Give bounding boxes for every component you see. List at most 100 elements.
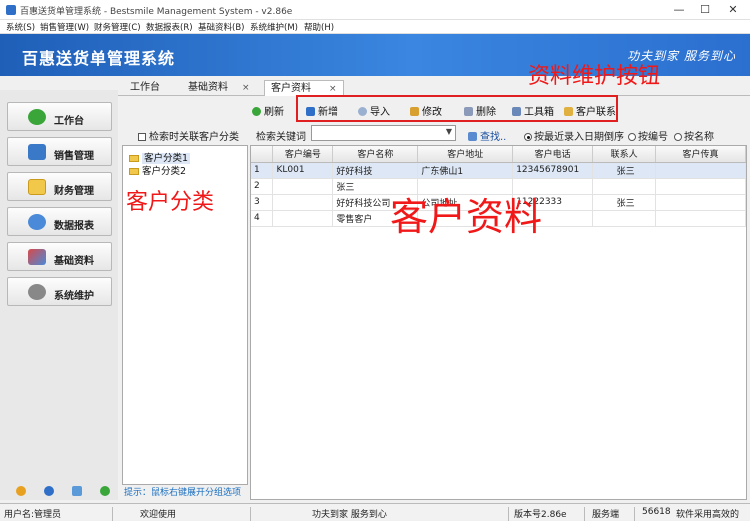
table-cell[interactable] <box>417 178 514 195</box>
find-button[interactable]: 查找.. <box>468 128 506 143</box>
dropdown-arrow-icon[interactable]: ▼ <box>446 127 452 136</box>
column-header[interactable]: 客户传真 <box>655 146 746 163</box>
menu-reports[interactable]: 数据报表(R) <box>146 21 193 33</box>
column-header[interactable]: 客户名称 <box>332 146 419 163</box>
table-cell[interactable] <box>272 194 334 211</box>
table-cell[interactable] <box>655 178 746 195</box>
sort-by-date-radio[interactable]: 按最近录入日期倒序 <box>524 128 624 143</box>
search-icon[interactable] <box>72 486 82 496</box>
row-number-header <box>251 146 274 163</box>
refresh-button[interactable]: 刷新 <box>252 103 284 118</box>
edit-icon[interactable] <box>16 486 26 496</box>
radio-dot <box>674 133 682 141</box>
folder-icon <box>129 168 139 175</box>
table-cell[interactable] <box>655 194 746 211</box>
relate-category-checkbox[interactable]: 检索时关联客户分类 <box>138 128 239 143</box>
row-number: 1 <box>251 162 274 179</box>
divider <box>584 507 585 521</box>
sort-by-name-radio[interactable]: 按名称 <box>674 128 714 143</box>
maximize-button[interactable]: ☐ <box>692 2 718 18</box>
minimize-button[interactable]: — <box>666 2 692 18</box>
close-button[interactable]: ✕ <box>720 2 746 18</box>
table-cell[interactable]: 12345678901 <box>512 162 594 179</box>
column-header[interactable]: 客户地址 <box>417 146 514 163</box>
table-header: 客户编号 客户名称 客户地址 客户电话 联系人 客户传真 <box>251 146 746 163</box>
radio-dot <box>628 133 636 141</box>
app-icon <box>6 5 16 15</box>
radio-label: 按最近录入日期倒序 <box>534 132 624 143</box>
table-row[interactable]: 2 张三 <box>251 178 746 195</box>
nav-label: 数据报表 <box>54 221 94 232</box>
info-icon[interactable] <box>44 486 54 496</box>
highlight-box <box>296 95 618 122</box>
tab-customer-data[interactable]: 客户资料 × <box>264 80 344 96</box>
table-cell[interactable] <box>272 210 334 227</box>
nav-sales[interactable]: 销售管理 <box>7 137 112 166</box>
tab-workbench[interactable]: 工作台 <box>130 80 160 96</box>
table-cell[interactable]: 广东佛山1 <box>417 162 514 179</box>
tree-item[interactable]: 客户分类1 <box>129 150 191 164</box>
divider <box>508 507 509 521</box>
table-row[interactable]: 1 KL001 好好科技 广东佛山1 12345678901 张三 <box>251 162 746 179</box>
divider <box>634 507 635 521</box>
tab-basic-data[interactable]: 基础资料 × <box>188 80 250 96</box>
left-nav: 工作台 销售管理 财务管理 数据报表 基础资料 系统维护 <box>0 90 118 500</box>
nav-basic-data[interactable]: 基础资料 <box>7 242 112 271</box>
hint-text: 提示：鼠标右键展开分组选项 <box>124 488 242 498</box>
status-welcome: 欢迎使用 <box>140 510 177 520</box>
refresh-icon[interactable] <box>100 486 110 496</box>
folder-icon <box>28 179 46 195</box>
table-cell[interactable] <box>272 178 334 195</box>
gear-icon <box>28 284 46 300</box>
table-cell[interactable] <box>592 178 657 195</box>
nav-reports[interactable]: 数据报表 <box>7 207 112 236</box>
banner-slogan: 功夫到家 服务到心 <box>627 49 736 63</box>
refresh-label: 刷新 <box>264 107 284 118</box>
tab-label: 客户资料 <box>271 83 311 94</box>
table-cell[interactable]: 张三 <box>592 162 657 179</box>
nav-label: 基础资料 <box>54 256 94 267</box>
checkbox-box <box>138 133 146 141</box>
nav-label: 系统维护 <box>54 291 94 302</box>
tree-label: 客户分类2 <box>142 166 187 177</box>
nav-label: 财务管理 <box>54 186 94 197</box>
tab-close-icon[interactable]: × <box>329 84 337 94</box>
table-cell[interactable] <box>592 210 657 227</box>
refresh-icon <box>252 107 261 116</box>
check-icon <box>28 109 46 125</box>
title-bar: 百惠送货单管理系统 - Bestsmile Management System … <box>0 0 750 20</box>
nav-finance[interactable]: 财务管理 <box>7 172 112 201</box>
tree-item[interactable]: 客户分类2 <box>129 163 186 177</box>
status-soft: 软件采用高效的 <box>676 510 740 520</box>
column-header[interactable]: 联系人 <box>592 146 657 163</box>
menu-help[interactable]: 帮助(H) <box>304 21 334 33</box>
menu-finance[interactable]: 财务管理(C) <box>94 21 141 33</box>
menu-basic-data[interactable]: 基础资料(B) <box>198 21 244 33</box>
menu-sales[interactable]: 销售管理(W) <box>40 21 89 33</box>
sort-by-code-radio[interactable]: 按编号 <box>628 128 668 143</box>
table-cell[interactable] <box>512 178 594 195</box>
menu-system[interactable]: 系统(S) <box>6 21 35 33</box>
menu-maintenance[interactable]: 系统维护(M) <box>250 21 298 33</box>
column-header[interactable]: 客户编号 <box>272 146 334 163</box>
column-header[interactable]: 客户电话 <box>512 146 594 163</box>
annotation-data: 客户资料 <box>390 195 543 239</box>
search-row: 检索时关联客户分类 检索关键词 ▼ 查找.. 按最近录入日期倒序 按编号 按名称 <box>118 123 750 145</box>
table-cell[interactable]: 好好科技 <box>332 162 419 179</box>
banner-title: 百惠送货单管理系统 <box>22 49 176 68</box>
divider <box>250 507 251 521</box>
keyword-label: 检索关键词 <box>256 132 306 143</box>
table-cell[interactable] <box>655 210 746 227</box>
table-cell[interactable]: KL001 <box>272 162 334 179</box>
table-cell[interactable] <box>655 162 746 179</box>
status-version: 版本号2.86e <box>514 510 567 520</box>
table-cell[interactable]: 张三 <box>592 194 657 211</box>
table-cell[interactable]: 张三 <box>332 178 419 195</box>
keyword-input[interactable]: ▼ <box>311 125 456 141</box>
tab-close-icon[interactable]: × <box>242 83 250 93</box>
divider <box>112 507 113 521</box>
status-service: 服务端 <box>592 510 620 520</box>
status-code: 56618 <box>642 507 671 517</box>
nav-maintenance[interactable]: 系统维护 <box>7 277 112 306</box>
nav-workbench[interactable]: 工作台 <box>7 102 112 131</box>
